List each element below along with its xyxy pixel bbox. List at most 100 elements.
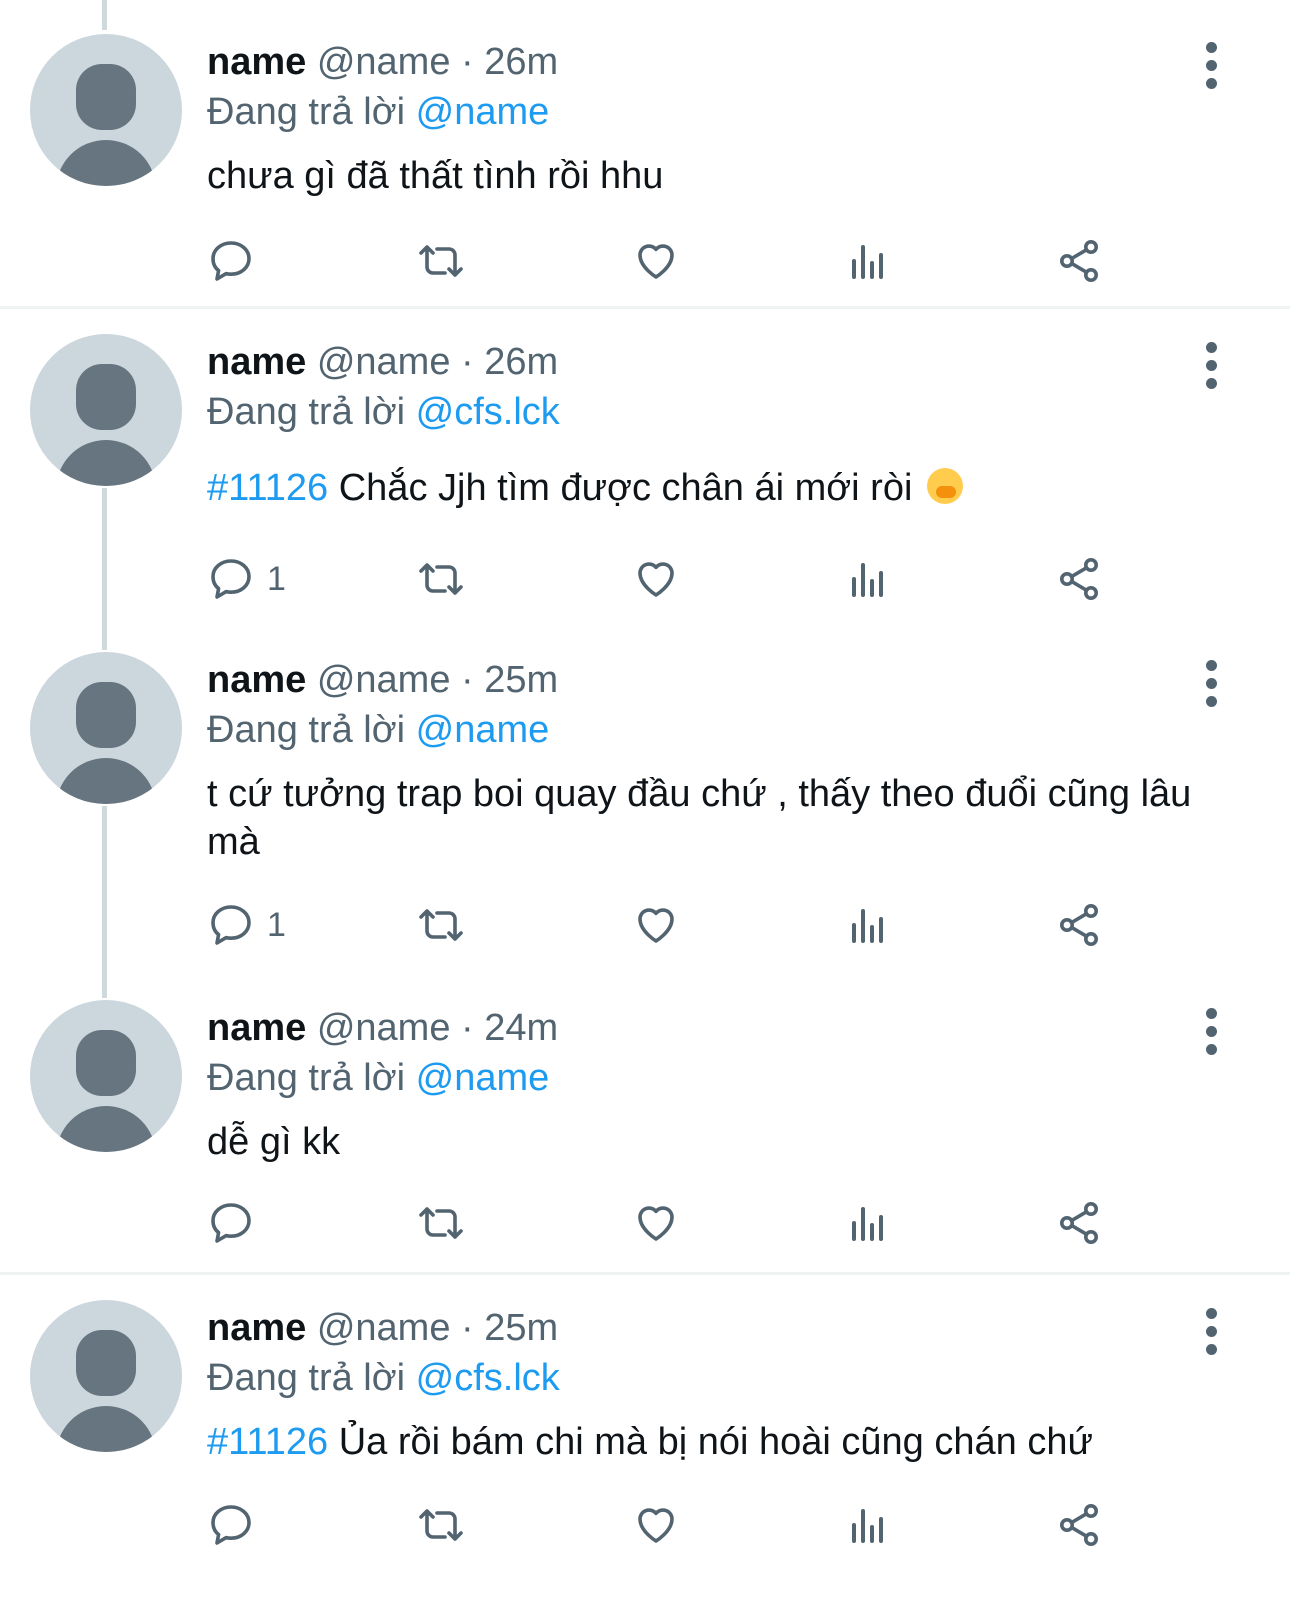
retweet-button[interactable]	[417, 236, 465, 286]
action-bar	[207, 236, 1207, 286]
heart-icon	[638, 1206, 674, 1241]
more-icon[interactable]	[1206, 42, 1218, 96]
user-handle[interactable]: @name	[317, 1007, 451, 1049]
replying-to-label: Đang trả lời	[207, 1057, 406, 1099]
user-handle[interactable]: @name	[317, 41, 451, 83]
separator-dot: ·	[461, 1007, 474, 1049]
retweet-button[interactable]	[417, 1500, 465, 1550]
tweet-text: #11126 Ủa rồi bám chi mà bị nói hoài cũn…	[207, 1418, 1230, 1466]
like-button[interactable]	[632, 554, 680, 604]
separator-dot: ·	[461, 41, 474, 83]
tweet-header: name @name · 25m	[207, 656, 1230, 704]
reply-icon	[211, 559, 251, 599]
hashtag-link[interactable]: #11126	[207, 467, 328, 509]
tweet-text-body: Ủa rồi bám chi mà bị nói hoài cũng chán …	[328, 1421, 1093, 1463]
like-button[interactable]	[632, 1198, 680, 1248]
user-name[interactable]: name	[207, 659, 306, 701]
mention-link[interactable]: @name	[416, 91, 550, 133]
reply-icon	[211, 241, 251, 281]
user-name[interactable]: name	[207, 41, 306, 83]
replying-to: Đang trả lời @name	[207, 1054, 1230, 1102]
default-avatar[interactable]	[30, 1300, 182, 1452]
tweet[interactable]: name @name · 25m Đang trả lời @name t cứ…	[0, 638, 1290, 986]
mention-link[interactable]: @cfs.lck	[416, 391, 560, 433]
user-name[interactable]: name	[207, 341, 306, 383]
user-handle[interactable]: @name	[317, 341, 451, 383]
reply-button[interactable]: 1	[207, 900, 286, 950]
replying-to-label: Đang trả lời	[207, 1357, 406, 1399]
mention-link[interactable]: @name	[416, 1057, 550, 1099]
mention-link[interactable]: @name	[416, 709, 550, 751]
tweet-text-body: chưa gì đã thất tình rồi hhu	[207, 155, 664, 197]
default-avatar[interactable]	[30, 34, 182, 186]
replying-to: Đang trả lời @name	[207, 706, 1230, 754]
replying-to: Đang trả lời @cfs.lck	[207, 388, 1230, 436]
timestamp[interactable]: 25m	[484, 1307, 558, 1349]
retweet-button[interactable]	[417, 900, 465, 950]
more-icon[interactable]	[1206, 660, 1218, 714]
views-button[interactable]	[844, 1198, 892, 1248]
views-icon	[852, 245, 883, 279]
reply-button[interactable]	[207, 236, 267, 286]
views-icon	[852, 909, 883, 943]
reply-button[interactable]	[207, 1198, 267, 1248]
reply-count: 1	[267, 559, 286, 598]
share-button[interactable]	[1055, 900, 1103, 950]
like-button[interactable]	[632, 900, 680, 950]
tweet[interactable]: name @name · 25m Đang trả lời @cfs.lck #…	[0, 1274, 1290, 1598]
user-handle[interactable]: @name	[317, 1307, 451, 1349]
share-icon	[1060, 1202, 1098, 1244]
tweet-text: chưa gì đã thất tình rồi hhu	[207, 152, 1230, 200]
separator-dot: ·	[461, 341, 474, 383]
views-button[interactable]	[844, 236, 892, 286]
heart-icon	[638, 908, 674, 943]
hand-over-mouth-emoji	[926, 468, 963, 504]
default-avatar[interactable]	[30, 1000, 182, 1152]
replying-to: Đang trả lời @name	[207, 88, 1230, 136]
reply-button[interactable]	[207, 1500, 267, 1550]
share-icon	[1060, 558, 1098, 600]
share-button[interactable]	[1055, 554, 1103, 604]
reply-icon	[211, 1505, 251, 1545]
tweet-text-body: t cứ tưởng trap boi quay đầu chứ , thấy …	[207, 773, 1192, 863]
timestamp[interactable]: 26m	[484, 41, 558, 83]
retweet-button[interactable]	[417, 554, 465, 604]
like-button[interactable]	[632, 1500, 680, 1550]
separator-dot: ·	[461, 1307, 474, 1349]
share-button[interactable]	[1055, 1500, 1103, 1550]
share-icon	[1060, 904, 1098, 946]
timestamp[interactable]: 26m	[484, 341, 558, 383]
default-avatar[interactable]	[30, 652, 182, 804]
mention-link[interactable]: @cfs.lck	[416, 1357, 560, 1399]
share-button[interactable]	[1055, 1198, 1103, 1248]
more-icon[interactable]	[1206, 1008, 1218, 1062]
reply-icon	[211, 1203, 251, 1243]
like-button[interactable]	[632, 236, 680, 286]
share-icon	[1060, 240, 1098, 282]
timestamp[interactable]: 24m	[484, 1007, 558, 1049]
tweet[interactable]: name @name · 26m Đang trả lời @name chưa…	[0, 0, 1290, 308]
user-name[interactable]: name	[207, 1307, 306, 1349]
action-bar: 1	[207, 554, 1207, 604]
default-avatar[interactable]	[30, 334, 182, 486]
retweet-icon	[419, 563, 463, 595]
hashtag-link[interactable]: #11126	[207, 1421, 328, 1463]
tweet[interactable]: name @name · 26m Đang trả lời @cfs.lck #…	[0, 308, 1290, 638]
retweet-button[interactable]	[417, 1198, 465, 1248]
timestamp[interactable]: 25m	[484, 659, 558, 701]
views-icon	[852, 563, 883, 597]
views-button[interactable]	[844, 900, 892, 950]
reply-button[interactable]: 1	[207, 554, 286, 604]
share-button[interactable]	[1055, 236, 1103, 286]
more-icon[interactable]	[1206, 1308, 1218, 1362]
views-button[interactable]	[844, 1500, 892, 1550]
user-handle[interactable]: @name	[317, 659, 451, 701]
views-button[interactable]	[844, 554, 892, 604]
tweet-text: #11126 Chắc Jjh tìm được chân ái mới ròi	[207, 464, 1230, 512]
tweet[interactable]: name @name · 24m Đang trả lời @name dễ g…	[0, 986, 1290, 1274]
tweet-text-body: Chắc Jjh tìm được chân ái mới ròi	[328, 467, 913, 509]
more-icon[interactable]	[1206, 342, 1218, 396]
tweet-text: dễ gì kk	[207, 1118, 1230, 1166]
tweet-header: name @name · 26m	[207, 338, 1230, 386]
user-name[interactable]: name	[207, 1007, 306, 1049]
